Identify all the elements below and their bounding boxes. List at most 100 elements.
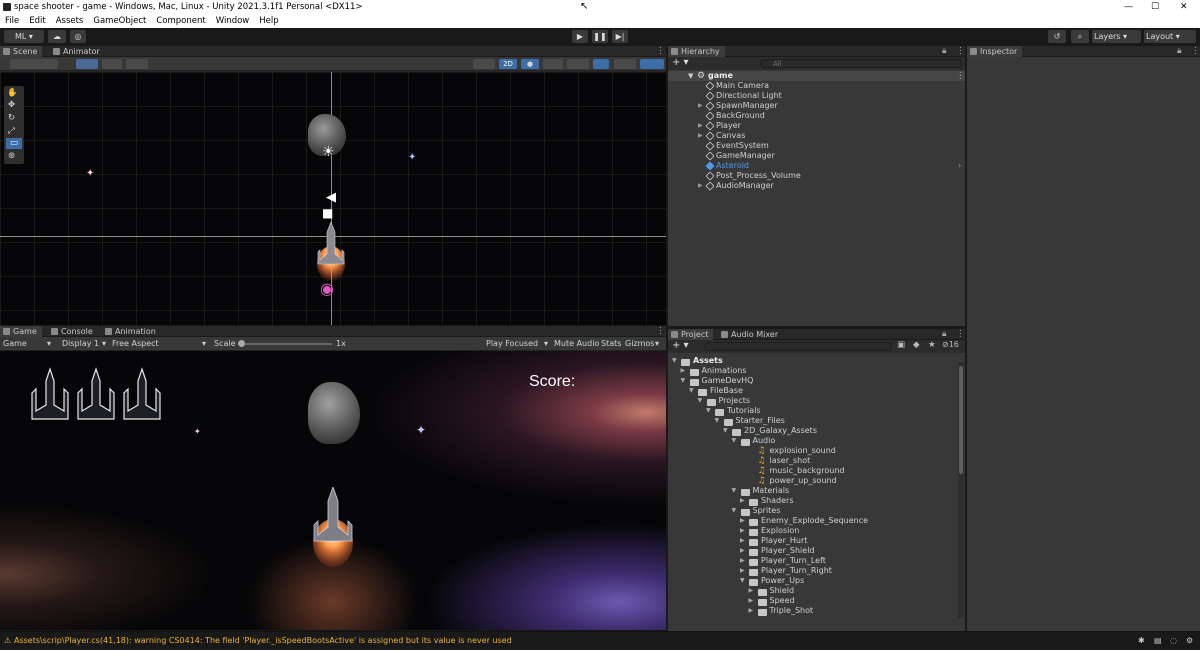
expand-arrow-icon[interactable]: ▼: [689, 386, 694, 396]
folder-item[interactable]: ▶ Player_Turn_Right: [668, 566, 832, 576]
expand-arrow-icon[interactable]: ▶: [740, 566, 745, 576]
expand-arrow-icon[interactable]: ▶: [698, 181, 703, 191]
snap-increment-button[interactable]: [102, 59, 122, 69]
folder-item[interactable]: ▶ Explosion: [668, 526, 799, 536]
mode-2d-button[interactable]: 2D: [499, 59, 517, 69]
light-gizmo-icon[interactable]: ☀: [322, 144, 335, 160]
menu-window[interactable]: Window: [211, 14, 255, 28]
tab-audio-mixer[interactable]: Audio Mixer: [718, 329, 783, 340]
panel-menu-icon[interactable]: ⋮: [1191, 46, 1200, 56]
hierarchy-item[interactable]: Main Camera: [668, 81, 965, 91]
visibility-icon[interactable]: [593, 59, 609, 69]
grid-snap-button[interactable]: [76, 59, 98, 69]
panel-menu-icon[interactable]: ⋮: [956, 329, 965, 339]
tab-console[interactable]: Console: [48, 326, 98, 337]
camera-gizmo-icon[interactable]: ■: [322, 206, 333, 220]
folder-item[interactable]: ▶ Enemy_Explode_Sequence: [668, 516, 868, 526]
minimize-button[interactable]: —: [1124, 0, 1133, 14]
expand-arrow-icon[interactable]: ▶: [740, 546, 745, 556]
expand-arrow-icon[interactable]: ▼: [732, 436, 737, 446]
gizmos-dropdown[interactable]: [640, 59, 664, 69]
scale-slider[interactable]: [240, 343, 332, 345]
expand-arrow-icon[interactable]: ▶: [740, 526, 745, 536]
move-tool-icon[interactable]: ✥: [8, 100, 15, 110]
scale-tool-icon[interactable]: ⤢: [8, 126, 15, 136]
stats-button[interactable]: Stats: [601, 337, 621, 351]
lock-icon[interactable]: 🔒︎: [942, 329, 947, 339]
close-button[interactable]: ✕: [1180, 0, 1188, 14]
expand-arrow-icon[interactable]: ▼: [740, 576, 745, 586]
folder-item[interactable]: ▶ Triple_Shot: [668, 606, 813, 616]
expand-arrow-icon[interactable]: ▼: [672, 356, 677, 366]
folder-item[interactable]: ▼ FileBase: [668, 386, 743, 396]
mute-audio-button[interactable]: Mute Audio: [554, 337, 599, 351]
network-icon[interactable]: ▤: [1154, 632, 1162, 650]
step-button[interactable]: ▶|: [612, 30, 628, 43]
expand-arrow-icon[interactable]: ▶: [740, 536, 745, 546]
layout-dropdown[interactable]: Layout ▾: [1144, 30, 1196, 43]
folder-item[interactable]: ▼ Projects: [668, 396, 750, 406]
expand-arrow-icon[interactable]: ▶: [749, 606, 754, 616]
folder-item[interactable]: ▼ GameDevHQ: [668, 376, 753, 386]
aspect-dropdown[interactable]: Free Aspect ▾: [112, 337, 206, 351]
audio-toggle-icon[interactable]: [543, 59, 563, 69]
hierarchy-item[interactable]: Post_Process_Volume: [668, 171, 965, 181]
scale-slider-handle[interactable]: [238, 340, 245, 347]
folder-item[interactable]: ▶ Shield: [668, 586, 794, 596]
folder-item[interactable]: ▶ Shaders: [668, 496, 794, 506]
play-button[interactable]: ▶: [572, 30, 588, 43]
scene-viewport[interactable]: ✋ ✥ ↻ ⤢ ▭ ⊛ ☀ ◀ ■ ◉ ✦ ✦: [0, 72, 666, 325]
hierarchy-item[interactable]: Directional Light: [668, 91, 965, 101]
folder-item[interactable]: ▼ Materials: [668, 486, 789, 496]
expand-arrow-icon[interactable]: ▼: [732, 486, 737, 496]
settings-icon[interactable]: ⚙: [1186, 632, 1193, 650]
audio-source-gizmo-icon[interactable]: ◀: [326, 190, 336, 205]
camera-dropdown[interactable]: [614, 59, 636, 69]
hierarchy-item[interactable]: Asteroid ›: [668, 161, 965, 171]
lock-icon[interactable]: 🔒︎: [942, 46, 947, 56]
hierarchy-item[interactable]: EventSystem: [668, 141, 965, 151]
status-message[interactable]: Assets\scrip\Player.cs(41,18): warning C…: [14, 632, 512, 650]
menu-edit[interactable]: Edit: [24, 14, 50, 28]
tab-hierarchy[interactable]: Hierarchy: [668, 46, 725, 57]
hierarchy-item[interactable]: ▶ Canvas: [668, 131, 965, 141]
hierarchy-item[interactable]: BackGround: [668, 111, 965, 121]
hand-tool-icon[interactable]: ✋: [7, 88, 18, 98]
hierarchy-item[interactable]: ▶ Player: [668, 121, 965, 131]
collab-icon[interactable]: ◎: [70, 30, 86, 43]
transform-tool-icon[interactable]: ⊛: [8, 151, 15, 161]
expand-arrow-icon[interactable]: ▶: [740, 496, 745, 506]
scene-root-row[interactable]: ▼ ⚙ game ⋮: [668, 71, 965, 81]
rect-tool-icon[interactable]: ▭: [6, 138, 22, 149]
search-icon[interactable]: ⌕: [1071, 30, 1089, 43]
hierarchy-item[interactable]: ▶ AudioManager: [668, 181, 965, 191]
menu-component[interactable]: Component: [151, 14, 210, 28]
lighting-icon[interactable]: ●: [521, 59, 539, 69]
draw-mode-dropdown[interactable]: [10, 59, 58, 69]
search-by-type-icon[interactable]: ▣: [897, 340, 905, 350]
expand-arrow-icon[interactable]: ▶: [698, 101, 703, 111]
panel-menu-icon[interactable]: ⋮: [656, 46, 665, 56]
player-ship-sprite[interactable]: [316, 222, 346, 282]
expand-arrow-icon[interactable]: ▶: [740, 556, 745, 566]
tab-animator[interactable]: Animator: [50, 46, 105, 57]
snap-settings-button[interactable]: [126, 59, 148, 69]
favorite-icon[interactable]: ★: [928, 340, 936, 350]
search-by-label-icon[interactable]: ◆: [913, 340, 920, 350]
expand-arrow-icon[interactable]: ▶: [749, 596, 754, 606]
game-viewport[interactable]: Score: ✦ ✦: [0, 351, 666, 630]
expand-arrow-icon[interactable]: ▼: [732, 506, 737, 516]
bug-icon[interactable]: ✱: [1138, 632, 1145, 650]
expand-arrow-icon[interactable]: ▶: [749, 586, 754, 596]
hierarchy-item[interactable]: GameManager: [668, 151, 965, 161]
folder-item[interactable]: ▶ Speed: [668, 596, 795, 606]
expand-arrow-icon[interactable]: ▶: [740, 516, 745, 526]
panel-menu-icon[interactable]: ⋮: [956, 46, 965, 56]
gizmos-button[interactable]: Gizmos ▾: [625, 337, 659, 351]
menu-file[interactable]: File: [0, 14, 24, 28]
expand-arrow-icon[interactable]: ▶: [698, 131, 703, 141]
maximize-button[interactable]: ☐: [1151, 0, 1159, 14]
orientation-dropdown[interactable]: [473, 59, 495, 69]
display-mode-dropdown[interactable]: Game ▾: [3, 337, 51, 351]
project-scrollbar-thumb[interactable]: [959, 366, 963, 474]
